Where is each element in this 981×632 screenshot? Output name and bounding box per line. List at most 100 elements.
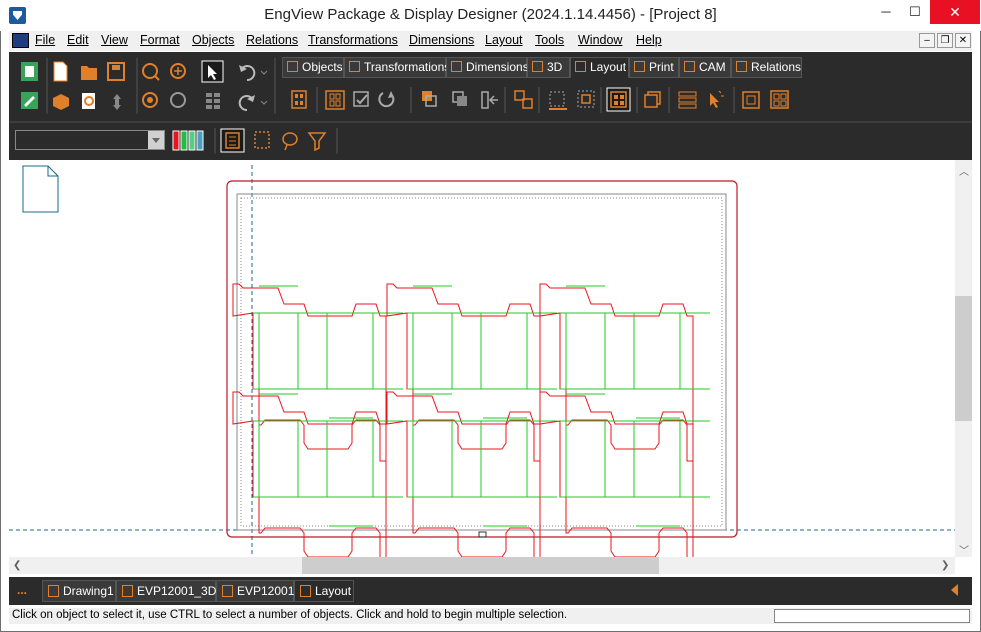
tab-dimensions[interactable]: Dimensions [446, 57, 529, 78]
tab-layout-doc[interactable]: Layout [294, 580, 354, 602]
more-tabs-button[interactable]: ... [17, 583, 27, 597]
menu-edit[interactable]: Edit [67, 33, 89, 47]
status-text: Click on object to select it, use CTRL t… [12, 609, 568, 621]
app-cube-icon[interactable] [21, 62, 38, 81]
menu-format[interactable]: Format [140, 33, 180, 47]
document-tabs: ... Drawing1 EVP12001_3D EVP12001 Layout [9, 577, 972, 605]
cam-icon [684, 61, 695, 72]
save-icon[interactable] [107, 62, 125, 81]
mdi-restore-button[interactable]: ❐ [937, 33, 953, 48]
menu-view[interactable]: View [101, 33, 128, 47]
sheet-rows-icon[interactable] [678, 91, 697, 109]
check-layout-icon[interactable] [353, 91, 369, 107]
color-bars-icon[interactable] [172, 130, 204, 151]
tab-transformations[interactable]: Transformations [344, 57, 450, 78]
status-bar: Click on object to select it, use CTRL t… [9, 608, 972, 624]
layout-doc-icon [300, 585, 311, 597]
layer-props-icon[interactable] [220, 128, 245, 153]
send-back-icon[interactable] [452, 91, 467, 106]
zoom-in-icon[interactable] [170, 63, 186, 79]
align-icon[interactable] [481, 91, 498, 109]
layout-report-icon[interactable] [770, 90, 789, 109]
scroll-right-icon[interactable]: ❯ [941, 560, 949, 571]
horizontal-scroll-thumb[interactable] [302, 557, 659, 574]
tab-evp12001[interactable]: EVP12001 [216, 580, 294, 602]
page-icon[interactable] [22, 165, 59, 213]
step-repeat-icon[interactable] [514, 90, 533, 109]
tab-relations[interactable]: Relations [731, 57, 802, 78]
tab-label: Relations [751, 60, 802, 74]
auto-layout-icon[interactable] [606, 87, 631, 112]
new-file-icon[interactable] [53, 61, 68, 82]
objects-icon [287, 61, 298, 72]
tab-3d[interactable]: 3D [527, 57, 570, 78]
3d-doc-icon [122, 585, 133, 597]
mdi-close-button[interactable]: ✕ [955, 33, 971, 48]
vertical-scroll-thumb[interactable] [955, 296, 972, 421]
menu-layout[interactable]: Layout [485, 33, 523, 47]
preview-icon[interactable] [82, 93, 95, 109]
scroll-left-icon[interactable]: ❮ [13, 560, 21, 571]
design-doc-icon [222, 585, 233, 597]
tab-label: CAM [699, 60, 726, 74]
tab-label: Layout [590, 60, 627, 74]
tab-objects[interactable]: Objects [282, 57, 344, 78]
tabs-scroll-icon[interactable] [951, 584, 958, 596]
chevron-down-icon[interactable] [148, 131, 164, 149]
pointer-sparkle-icon[interactable] [710, 90, 724, 108]
doc-tab-label: Drawing1 [63, 584, 114, 598]
edit-cube-icon[interactable] [21, 92, 38, 109]
drawing-canvas[interactable] [9, 160, 955, 570]
zoom-window-icon[interactable] [170, 92, 186, 108]
stack-icon[interactable] [644, 91, 661, 108]
tab-drawing1[interactable]: Drawing1 [42, 580, 116, 602]
menu-objects[interactable]: Objects [192, 33, 234, 47]
tab-evp12001-3d[interactable]: EVP12001_3D [116, 580, 216, 602]
menu-transformations[interactable]: Transformations [308, 33, 398, 47]
dotted-frame-icon[interactable] [254, 131, 270, 149]
ribbon-toolbar: Objects Transformations Dimensions 3D La… [9, 52, 972, 160]
relations-icon [736, 61, 747, 72]
swap-icon[interactable] [113, 94, 121, 110]
menu-file[interactable]: File [35, 33, 55, 47]
tab-print[interactable]: Print [629, 57, 679, 78]
menu-window[interactable]: Window [578, 33, 622, 47]
document-icon[interactable] [12, 33, 29, 48]
zoom-icon[interactable] [142, 63, 160, 81]
redo-icon[interactable] [238, 95, 268, 112]
mdi-minimize-button[interactable]: – [919, 33, 935, 48]
menu-dimensions[interactable]: Dimensions [409, 33, 474, 47]
grid-icon[interactable] [206, 93, 220, 109]
menu-help[interactable]: Help [636, 33, 662, 47]
scroll-up-icon[interactable]: ︿ [959, 163, 969, 178]
menu-relations[interactable]: Relations [246, 33, 298, 47]
filter-icon[interactable] [307, 132, 327, 152]
doc-tab-label: EVP12001_3D [137, 584, 217, 598]
die-cut-layout [232, 283, 710, 570]
zoom-extents-icon[interactable] [142, 92, 158, 108]
bring-front-icon[interactable] [422, 91, 437, 107]
select-arrow-icon[interactable] [201, 60, 224, 83]
window-title: EngView Package & Display Designer (2024… [264, 6, 717, 23]
print-icon [634, 61, 645, 72]
tab-layout[interactable]: Layout [570, 57, 629, 78]
undo-icon[interactable] [239, 65, 268, 82]
close-button[interactable]: ✕ [930, 0, 980, 24]
status-progress [774, 609, 970, 623]
sheet-outline[interactable] [226, 180, 738, 538]
fit-sheet-icon[interactable] [577, 90, 595, 108]
open-folder-icon[interactable] [81, 66, 97, 80]
scroll-down-icon[interactable]: ﹀ [959, 542, 969, 557]
tab-label: 3D [547, 60, 563, 74]
layout-grid-icon[interactable] [291, 90, 307, 109]
maximize-button[interactable]: ☐ [897, 0, 933, 24]
lasso-icon[interactable] [282, 132, 298, 151]
distribute-icon[interactable] [549, 91, 567, 110]
frame-icon[interactable] [742, 91, 760, 109]
menu-tools[interactable]: Tools [535, 33, 564, 47]
tab-cam[interactable]: CAM [679, 57, 731, 78]
3d-box-icon[interactable] [53, 94, 69, 110]
numbering-icon[interactable] [325, 90, 345, 110]
layer-select[interactable] [15, 130, 165, 150]
rotate-icon[interactable] [378, 91, 395, 108]
